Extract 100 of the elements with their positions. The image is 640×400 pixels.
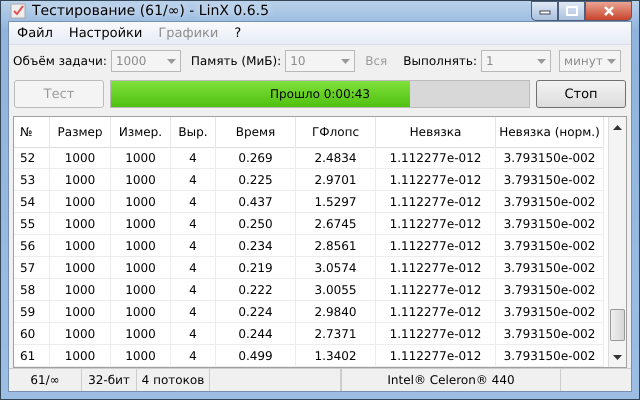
caret-icon	[166, 58, 176, 64]
table-cell: 0.225	[216, 169, 296, 191]
status-text: 61/∞	[30, 373, 60, 387]
table-cell: 1.112277e-012	[376, 345, 496, 367]
table-cell: 2.7371	[296, 323, 376, 345]
table-cell: 0.437	[216, 191, 296, 213]
table-cell: 1.112277e-012	[376, 147, 496, 169]
field-label: Объём задачи:	[13, 54, 107, 68]
table-cell: 1.112277e-012	[376, 257, 496, 279]
table-cell: 1000	[50, 301, 111, 323]
column-header[interactable]: Время	[216, 117, 296, 148]
table-cell: 53	[14, 169, 50, 191]
table-cell: 61	[14, 345, 50, 367]
checkmark-icon	[10, 3, 26, 19]
table-cell: 1.112277e-012	[376, 235, 496, 257]
table-cell: 0.224	[216, 301, 296, 323]
table-cell: 0.244	[216, 323, 296, 345]
table-cell: 3.793150e-002	[496, 169, 604, 191]
table-cell: 3.793150e-002	[496, 279, 604, 301]
table-cell: 58	[14, 279, 50, 301]
progress-label: Прошло 0:00:43	[268, 87, 372, 101]
close-icon	[602, 6, 614, 16]
table-cell: 1000	[50, 279, 111, 301]
window-title: Тестирование (61/∞) - LinX 0.6.5	[32, 3, 270, 19]
table-cell: 1000	[111, 323, 171, 345]
column-header[interactable]: Невязка (норм.)	[496, 117, 604, 148]
table-cell: 2.6745	[296, 213, 376, 235]
maximize-icon	[566, 6, 578, 16]
column-header[interactable]: Измер.	[111, 117, 171, 148]
table-cell: 1000	[50, 257, 111, 279]
table-cell: 0.250	[216, 213, 296, 235]
maximize-button[interactable]	[558, 1, 585, 21]
table-cell: 1000	[50, 169, 111, 191]
column-header[interactable]: Невязка	[376, 117, 496, 148]
table-cell: 1.112277e-012	[376, 301, 496, 323]
table-cell: 4	[171, 323, 216, 345]
table-cell: 1.3402	[296, 345, 376, 367]
table-cell: 0.222	[216, 279, 296, 301]
table-cell: 1000	[111, 301, 171, 323]
caret-icon	[607, 58, 616, 64]
table-cell: 1000	[50, 213, 111, 235]
field-label: Память (МиБ):	[190, 54, 282, 68]
table-cell: 1000	[111, 213, 171, 235]
table-cell: 4	[171, 279, 216, 301]
table-cell: 0.499	[216, 345, 296, 367]
table-cell: 3.0055	[296, 279, 376, 301]
table-cell: 0.269	[216, 147, 296, 169]
table-cell: 4	[171, 147, 216, 169]
table-cell: 1000	[111, 279, 171, 301]
column-header[interactable]: №	[14, 117, 50, 148]
column-header[interactable]: Размер	[50, 117, 111, 148]
table-cell: 2.9840	[296, 301, 376, 323]
table-cell: 59	[14, 301, 50, 323]
table-cell: 3.793150e-002	[496, 323, 604, 345]
table-cell: 4	[171, 257, 216, 279]
table-cell: 1000	[50, 191, 111, 213]
field-label: Выполнять:	[403, 54, 478, 68]
table-cell: 1000	[111, 147, 171, 169]
table-cell: 4	[171, 169, 216, 191]
column-header[interactable]: Выр.	[171, 117, 216, 148]
menu-item[interactable]: ?	[226, 26, 250, 40]
table-cell: 1.112277e-012	[376, 169, 496, 191]
column-header[interactable]: ГФлопс	[296, 117, 376, 148]
table-cell: 2.4834	[296, 147, 376, 169]
status-text: Intel® Celeron® 440	[387, 373, 515, 387]
caret-icon	[537, 58, 546, 64]
table-cell: 1000	[50, 345, 111, 367]
table-cell: 3.793150e-002	[496, 235, 604, 257]
table-cell: 1000	[50, 323, 111, 345]
stop-button[interactable]: Стоп	[536, 80, 626, 108]
table-cell: 1.112277e-012	[376, 323, 496, 345]
table-cell: 1000	[111, 191, 171, 213]
table-cell: 60	[14, 323, 50, 345]
table-cell: 4	[171, 213, 216, 235]
table-cell: 4	[171, 235, 216, 257]
table-cell: 0.219	[216, 257, 296, 279]
table-cell: 2.8561	[296, 235, 376, 257]
table-cell: 4	[171, 345, 216, 367]
scrollbar[interactable]	[608, 117, 626, 367]
table-cell: 57	[14, 257, 50, 279]
table-cell: 1.112277e-012	[376, 191, 496, 213]
table-cell: 3.793150e-002	[496, 191, 604, 213]
table-cell: 56	[14, 235, 50, 257]
menu-item[interactable]: Настройки	[60, 26, 150, 40]
table-cell: 2.9701	[296, 169, 376, 191]
table-cell: 3.793150e-002	[496, 345, 604, 367]
table-cell: 3.0574	[296, 257, 376, 279]
scroll-down-icon[interactable]	[613, 355, 622, 361]
table-cell: 1000	[111, 345, 171, 367]
table-cell: 1000	[50, 235, 111, 257]
table-cell: 4	[171, 301, 216, 323]
caret-icon	[341, 58, 350, 64]
minimize-button[interactable]	[531, 1, 558, 21]
table-cell: 1000	[111, 169, 171, 191]
table-cell: 3.793150e-002	[496, 147, 604, 169]
table-cell: 55	[14, 213, 50, 235]
close-button[interactable]	[585, 1, 632, 21]
scroll-up-icon[interactable]	[613, 125, 622, 131]
scrollbar-thumb[interactable]	[610, 309, 625, 341]
menu-item[interactable]: Файл	[9, 26, 61, 40]
